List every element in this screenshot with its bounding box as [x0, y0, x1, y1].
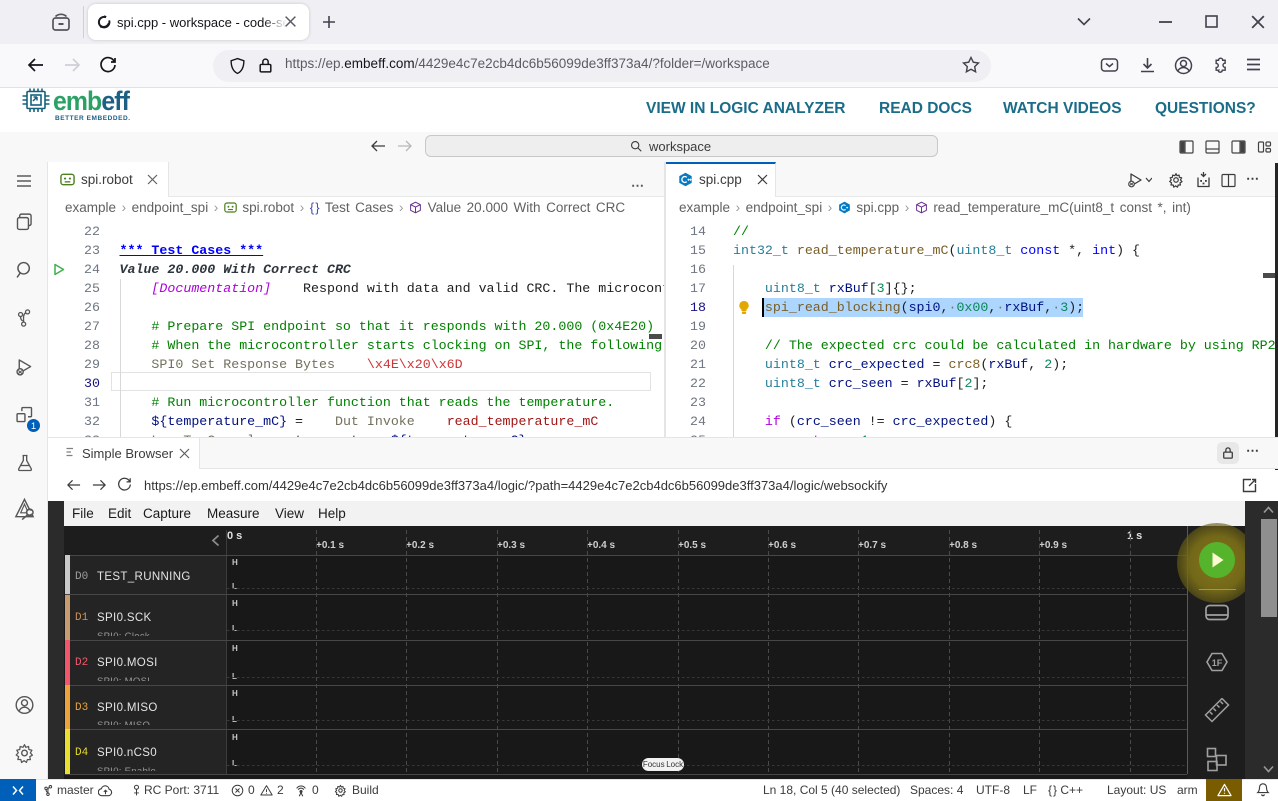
- svg-text:1F: 1F: [1212, 658, 1223, 668]
